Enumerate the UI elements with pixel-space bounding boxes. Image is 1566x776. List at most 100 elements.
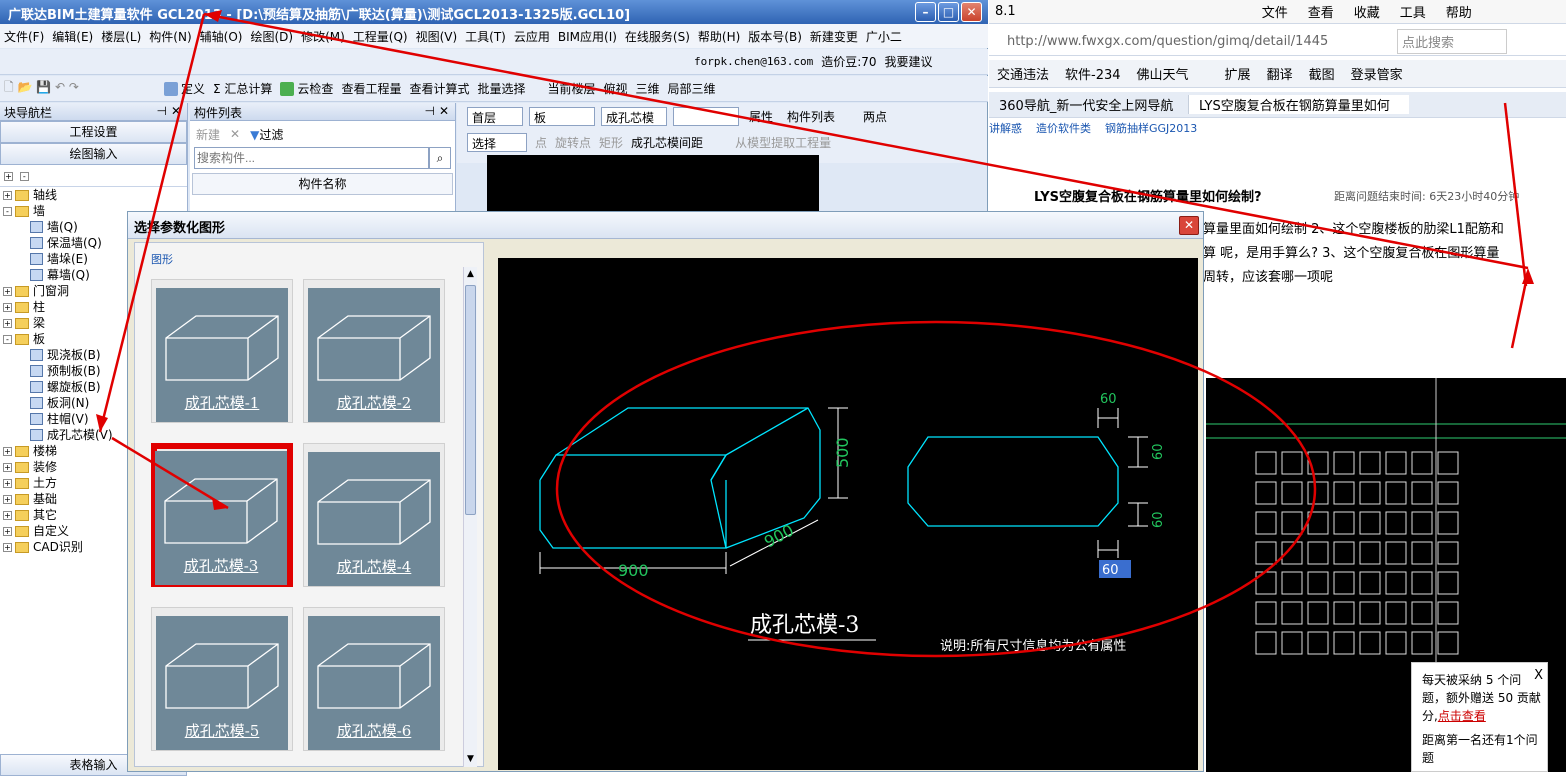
view-formula-button[interactable]: 查看计算式	[405, 80, 473, 97]
shape-thumbnail[interactable]: 成孔芯模-1	[151, 279, 293, 423]
popup-close-icon[interactable]: X	[1534, 667, 1543, 685]
menu-online[interactable]: 在线服务(S)	[621, 28, 694, 45]
expand-all-icon[interactable]: +	[4, 172, 13, 181]
expand-icon[interactable]: +	[3, 542, 12, 552]
expand-icon[interactable]: +	[3, 190, 12, 200]
chamfer-edit-value[interactable]: 60	[1102, 563, 1119, 578]
expand-icon[interactable]: +	[3, 462, 12, 472]
floor-select[interactable]: 首层	[467, 106, 523, 126]
account-email[interactable]: forpk.chen@163.com	[690, 55, 817, 68]
fav-screenshot[interactable]: 截图	[1301, 64, 1343, 83]
breadcrumb-item[interactable]: 讲解惑	[989, 120, 1022, 136]
search-icon[interactable]: ⌕	[429, 147, 451, 169]
view-quantity-button[interactable]: 查看工程量	[337, 80, 405, 97]
shape-thumbnail[interactable]: 成孔芯模-5	[151, 607, 293, 751]
fav-traffic[interactable]: 交通违法	[989, 64, 1057, 83]
menu-bim[interactable]: BIM应用(I)	[554, 28, 621, 45]
menu-new-change[interactable]: 新建变更	[806, 28, 862, 45]
menu-aux-axis[interactable]: 辅轴(O)	[196, 28, 247, 45]
properties-button[interactable]: 属性	[745, 108, 777, 125]
shape-thumbnail[interactable]: 成孔芯模-3	[151, 443, 293, 587]
rotate-point-button[interactable]: 旋转点	[555, 134, 591, 151]
close-button[interactable]: ✕	[961, 2, 982, 22]
menu-quantity[interactable]: 工程量(Q)	[349, 28, 412, 45]
breadcrumb-item[interactable]: 造价软件类	[1036, 120, 1091, 136]
menu-cloud[interactable]: 云应用	[510, 28, 554, 45]
select-tool-button[interactable]: 选择	[467, 132, 527, 152]
menu-version[interactable]: 版本号(B)	[744, 28, 806, 45]
top-view-button[interactable]: 俯视	[600, 80, 632, 97]
rect-tool-button[interactable]: 矩形	[599, 134, 623, 151]
popup-link[interactable]: 点击查看	[1438, 709, 1486, 723]
expand-icon[interactable]: +	[3, 446, 12, 456]
expand-icon[interactable]: +	[3, 494, 12, 504]
browser-menu-view[interactable]: 查看	[1298, 2, 1344, 21]
two-points-button[interactable]: 两点	[859, 108, 891, 125]
define-button[interactable]: 定义	[160, 80, 209, 97]
browser-menu-favorites[interactable]: 收藏	[1344, 2, 1390, 21]
scroll-up-icon[interactable]: ▲	[465, 269, 476, 280]
expand-icon[interactable]: +	[3, 318, 12, 328]
component-list-button[interactable]: 构件列表	[783, 108, 839, 125]
maximize-button[interactable]: □	[938, 2, 959, 22]
fav-translate[interactable]: 翻译	[1259, 64, 1301, 83]
scroll-down-icon[interactable]: ▼	[465, 754, 476, 765]
fav-extend[interactable]: 扩展	[1217, 64, 1259, 83]
menu-modify[interactable]: 修改(M)	[297, 28, 349, 45]
menu-tools[interactable]: 工具(T)	[461, 28, 510, 45]
delete-icon[interactable]: ✕	[230, 127, 240, 141]
menu-assistant[interactable]: 广小二	[862, 28, 906, 45]
filter-button[interactable]: ▼过滤	[250, 126, 283, 143]
dialog-close-button[interactable]: ✕	[1179, 216, 1199, 235]
shape-list-scrollbar[interactable]: ▲ ▼	[463, 267, 477, 767]
expand-icon[interactable]: +	[3, 526, 12, 536]
shape-thumbnail[interactable]: 成孔芯模-2	[303, 279, 445, 423]
sum-button[interactable]: Σ 汇总计算	[209, 80, 276, 97]
browser-menu-file[interactable]: 文件	[1252, 2, 1298, 21]
expand-icon[interactable]: +	[3, 302, 12, 312]
scroll-thumb[interactable]	[465, 285, 476, 515]
expand-icon[interactable]: +	[3, 510, 12, 520]
browser-search-input[interactable]: 点此搜索	[1397, 29, 1507, 54]
collapse-icon[interactable]: -	[3, 206, 12, 216]
collapse-all-icon[interactable]: -	[19, 172, 29, 181]
drawing-input-button[interactable]: 绘图输入	[0, 143, 187, 165]
batch-select-button[interactable]: 批量选择	[473, 80, 529, 97]
pin-icon[interactable]: ⊣	[425, 104, 435, 118]
new-component-button[interactable]: 新建	[196, 126, 220, 143]
minimize-button[interactable]: –	[915, 2, 936, 22]
extract-quantity-button[interactable]: 从模型提取工程量	[735, 134, 831, 151]
spacing-button[interactable]: 成孔芯模间距	[631, 134, 703, 151]
partial-3d-button[interactable]: 局部三维	[664, 80, 720, 97]
empty-select[interactable]	[673, 106, 739, 126]
menu-floor[interactable]: 楼层(L)	[97, 28, 145, 45]
tab-question[interactable]: LYS空腹复合板在钢筋算量里如何	[1189, 95, 1409, 114]
component-select[interactable]: 成孔芯模	[601, 106, 667, 126]
url-field[interactable]: http://www.fwxgx.com/question/gimq/detai…	[1007, 34, 1357, 49]
current-floor-button[interactable]: 当前楼层	[543, 80, 599, 97]
shape-thumbnail[interactable]: 成孔芯模-4	[303, 443, 445, 587]
fav-weather[interactable]: 佛山天气	[1129, 64, 1197, 83]
nav-close-icon[interactable]: ✕	[171, 104, 181, 118]
browser-menu-help[interactable]: 帮助	[1436, 2, 1482, 21]
menu-view[interactable]: 视图(V)	[412, 28, 462, 45]
menu-file[interactable]: 文件(F)	[0, 28, 48, 45]
drawing-canvas[interactable]	[487, 155, 819, 215]
suggest-button[interactable]: 我要建议	[881, 53, 937, 70]
menu-edit[interactable]: 编辑(E)	[48, 28, 97, 45]
tab-360[interactable]: 360导航_新一代安全上网导航	[989, 95, 1189, 114]
fav-login[interactable]: 登录管家	[1343, 64, 1411, 83]
menu-component[interactable]: 构件(N)	[145, 28, 195, 45]
menu-draw[interactable]: 绘图(D)	[246, 28, 297, 45]
pin-icon[interactable]: ⊣	[157, 104, 167, 118]
tree-item[interactable]: + 轴线	[0, 187, 187, 203]
point-tool-button[interactable]: 点	[535, 134, 547, 151]
component-name-column[interactable]: 构件名称	[192, 173, 453, 195]
expand-icon[interactable]: +	[3, 478, 12, 488]
expand-icon[interactable]: +	[3, 286, 12, 296]
project-settings-button[interactable]: 工程设置	[0, 121, 187, 143]
cloud-check-button[interactable]: 云检查	[276, 80, 337, 97]
list-close-icon[interactable]: ✕	[439, 104, 449, 118]
3d-button[interactable]: 三维	[632, 80, 664, 97]
browser-menu-tools[interactable]: 工具	[1390, 2, 1436, 21]
